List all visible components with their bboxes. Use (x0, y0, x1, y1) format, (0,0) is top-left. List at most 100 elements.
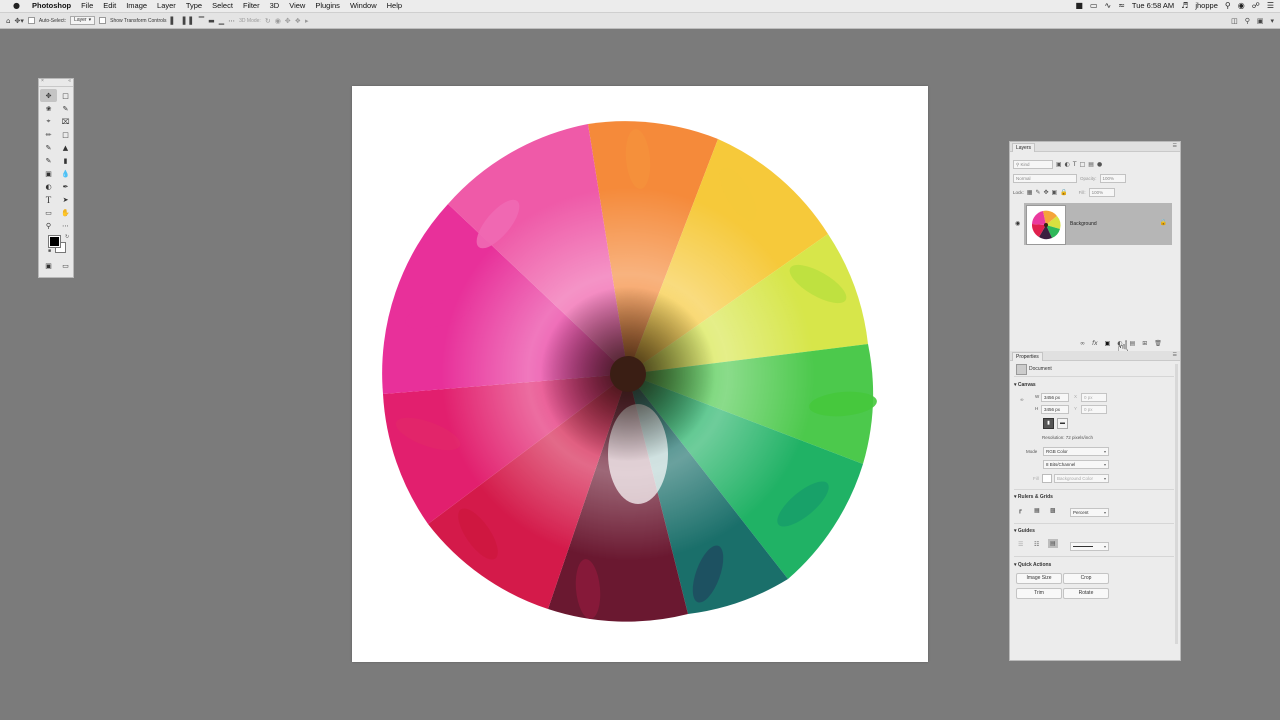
artboard-tool-icon[interactable]: □ (57, 89, 74, 102)
apple-menu-icon[interactable]: ● (8, 0, 25, 12)
path-selection-tool-icon[interactable]: ➤ (57, 193, 74, 206)
hand-tool-icon[interactable]: ✋ (57, 206, 74, 219)
tools-panel-header[interactable]: × « (39, 78, 73, 87)
smart-guides-icon[interactable]: ☷ (1034, 541, 1039, 548)
color-swatches[interactable]: ↻ ■ (39, 234, 73, 256)
slide-3d-icon[interactable]: ❖ (295, 17, 301, 25)
align-left-icon[interactable]: ▌ (171, 17, 176, 25)
zoom-tool-icon[interactable]: ⚲ (40, 219, 57, 232)
trim-button[interactable]: Trim (1016, 588, 1062, 599)
volume-icon[interactable]: ♬ (1181, 0, 1188, 12)
portrait-orientation-button[interactable]: ▮ (1043, 418, 1054, 429)
filter-type-icon[interactable]: T (1073, 161, 1077, 168)
camera-status-icon[interactable]: ■ (1075, 0, 1083, 12)
tab-properties[interactable]: Properties (1012, 352, 1043, 361)
dodge-tool-icon[interactable]: ◐ (40, 180, 57, 193)
bluetooth-icon[interactable]: ∿ (1105, 0, 1112, 12)
rectangle-tool-icon[interactable]: ▭ (40, 206, 57, 219)
menu-edit[interactable]: Edit (98, 0, 121, 12)
pan-3d-icon[interactable]: ✥ (285, 17, 291, 25)
share-icon[interactable]: ◫ (1231, 17, 1238, 25)
align-center-icon[interactable]: ▐ (180, 17, 185, 25)
quick-selection-tool-icon[interactable]: ✎ (57, 102, 74, 115)
align-middle-icon[interactable]: ▬ (208, 17, 215, 25)
guide-style-dropdown[interactable]: ▾ (1070, 542, 1109, 551)
panel-menu-icon[interactable]: ☰ (1173, 143, 1177, 149)
gradient-tool-icon[interactable]: ▣ (40, 167, 57, 180)
color-mode-dropdown[interactable]: RGB Color ▾ (1043, 447, 1109, 456)
layer-name[interactable]: Background (1070, 221, 1097, 227)
workspace-icon[interactable]: ▣ (1257, 17, 1264, 25)
layer-thumbnail[interactable] (1026, 205, 1066, 245)
canvas-section-title[interactable]: ▾ Canvas (1014, 382, 1036, 388)
menu-plugins[interactable]: Plugins (310, 0, 345, 12)
delete-layer-icon[interactable]: 🗑 (1154, 340, 1162, 347)
align-bottom-icon[interactable]: ▁ (219, 17, 224, 25)
fill-dropdown[interactable]: Background Color ▾ (1054, 474, 1109, 483)
notification-icon[interactable]: ☰ (1267, 0, 1274, 12)
wifi-icon[interactable]: ≈ (1118, 0, 1125, 12)
lock-all-icon[interactable]: 🔒 (1060, 189, 1067, 196)
menu-layer[interactable]: Layer (152, 0, 181, 12)
menu-filter[interactable]: Filter (238, 0, 265, 12)
fill-field[interactable]: 100% (1088, 188, 1115, 197)
canvas-x-field[interactable]: 0 px (1081, 393, 1107, 402)
crop-tool-icon[interactable]: ⌖ (40, 115, 57, 128)
home-icon[interactable]: ⌂ (6, 17, 10, 25)
foreground-color-swatch[interactable] (48, 235, 61, 248)
user-menu[interactable]: jhoppe (1195, 0, 1218, 12)
blend-mode-dropdown[interactable]: Normal (1013, 174, 1077, 183)
menu-3d[interactable]: 3D (265, 0, 285, 12)
workspace-chevron-icon[interactable]: ▾ (1270, 17, 1274, 25)
landscape-orientation-button[interactable]: ▬ (1057, 418, 1068, 429)
auto-select-checkbox[interactable] (27, 17, 35, 24)
history-brush-tool-icon[interactable]: ✎ (40, 154, 57, 167)
fill-color-swatch[interactable] (1042, 474, 1052, 483)
creative-cloud-icon[interactable]: ☍ (1252, 0, 1260, 12)
brush-tool-icon[interactable]: ✎ (40, 141, 57, 154)
lock-position-icon[interactable]: ✥ (1043, 189, 1048, 196)
app-menu[interactable]: Photoshop (25, 0, 76, 12)
filter-toggle-icon[interactable]: ● (1097, 161, 1102, 168)
pen-tool-icon[interactable]: ✒ (57, 180, 74, 193)
ruler-units-dropdown[interactable]: Percent ▾ (1070, 508, 1109, 517)
filter-pixel-icon[interactable]: ▣ (1056, 161, 1062, 168)
healing-brush-tool-icon[interactable]: □ (57, 128, 74, 141)
menu-image[interactable]: Image (121, 0, 152, 12)
menu-select[interactable]: Select (207, 0, 238, 12)
filter-smart-object-icon[interactable]: ▤ (1088, 161, 1094, 168)
lock-artboard-icon[interactable]: ▣ (1052, 189, 1058, 196)
type-tool-icon[interactable]: T (40, 193, 57, 206)
filter-adjustment-icon[interactable]: ◐ (1065, 161, 1070, 168)
properties-menu-icon[interactable]: ☰ (1173, 352, 1177, 358)
menu-type[interactable]: Type (181, 0, 207, 12)
control-center-icon[interactable]: ◉ (1238, 0, 1245, 12)
layer-filter-kind-dropdown[interactable]: ⚲ Kind (1013, 160, 1053, 169)
search-icon[interactable]: ⚲ (1225, 0, 1231, 12)
filter-shape-icon[interactable]: □ (1080, 161, 1086, 168)
visibility-eye-icon[interactable]: ◉ (1015, 220, 1020, 227)
layer-style-icon[interactable]: fx (1092, 340, 1098, 347)
link-dimensions-icon[interactable]: ∞ (1020, 398, 1024, 403)
lasso-tool-icon[interactable]: ❀ (40, 102, 57, 115)
lock-image-icon[interactable]: ✎ (1035, 189, 1040, 196)
lock-guides-icon[interactable]: ▤ (1048, 539, 1058, 548)
opacity-field[interactable]: 100% (1099, 174, 1126, 183)
move-tool-icon[interactable]: ✥ (40, 89, 57, 102)
properties-scrollbar[interactable] (1175, 364, 1178, 644)
new-group-icon[interactable]: ▤ (1130, 340, 1136, 347)
canvas-width-field[interactable]: 3456 px (1041, 393, 1069, 402)
menu-view[interactable]: View (284, 0, 310, 12)
canvas-y-field[interactable]: 0 px (1081, 405, 1107, 414)
transform-controls-checkbox[interactable] (99, 17, 107, 24)
pixel-grid-icon[interactable]: ▩ (1050, 507, 1056, 514)
rotate-button[interactable]: Rotate (1063, 588, 1109, 599)
frame-tool-icon[interactable]: ⌧ (57, 115, 74, 128)
more-options-icon[interactable]: ⋯ (228, 17, 235, 25)
eraser-tool-icon[interactable]: ▮ (57, 154, 74, 167)
roll-3d-icon[interactable]: ◉ (275, 17, 281, 25)
orbit-3d-icon[interactable]: ↻ (265, 17, 271, 25)
tab-layers[interactable]: Layers (1012, 143, 1036, 152)
swap-colors-icon[interactable]: ↻ (65, 234, 69, 240)
crop-button[interactable]: Crop (1063, 573, 1109, 584)
